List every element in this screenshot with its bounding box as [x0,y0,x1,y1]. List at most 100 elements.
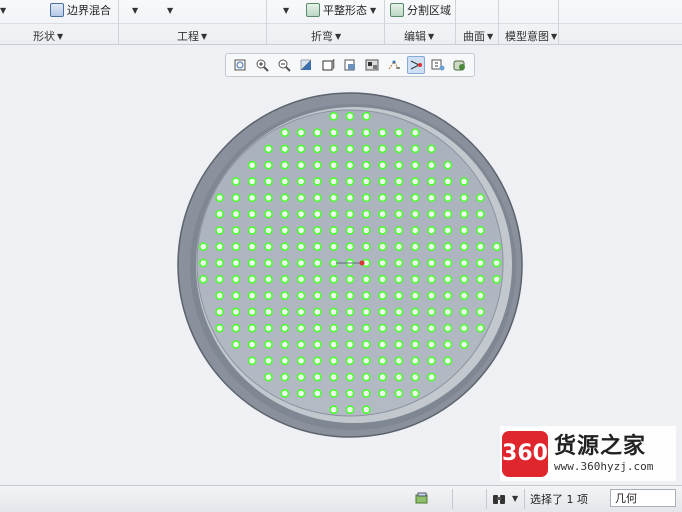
hole-point [215,242,224,252]
hole-point [296,291,306,300]
hole-point [264,144,273,154]
find-icon[interactable] [492,489,508,508]
view-manager-icon[interactable] [363,56,381,74]
hole-point [410,291,420,300]
hole-point [280,323,290,333]
hole-point [231,193,241,203]
hole-point [394,225,404,235]
hole-point [231,323,241,333]
hole-point [361,372,371,382]
dropdown-caret-icon: ▼ [0,5,7,15]
group-bend[interactable]: 折弯 ▼ [311,28,341,44]
hole-point [361,177,371,186]
spin-center-icon[interactable] [429,56,447,74]
group-engineering[interactable]: 工程 ▼ [177,28,207,44]
tool-partial[interactable]: ▼ [0,2,6,18]
annotation-display-icon[interactable] [407,56,425,74]
selection-filter-select[interactable]: 几何 [610,489,676,507]
hole-point [361,340,371,349]
hole-point [394,177,404,186]
dropdown-caret-icon: ▼ [167,5,174,15]
hole-point [345,372,355,382]
hole-point [443,274,453,284]
boundary-blend-button[interactable]: 边界混合 [50,2,111,18]
hole-point [475,291,485,300]
zoom-out-icon[interactable] [275,56,293,74]
hole-point [264,307,273,317]
hole-point [296,160,306,170]
hole-point [410,307,420,317]
hole-point [215,225,224,235]
hole-point [427,258,436,268]
status-divider [486,489,487,509]
hole-point [427,291,436,300]
hole-point [361,144,371,154]
find-dropdown-caret-icon[interactable]: ▼ [512,489,518,508]
repaint-icon[interactable] [297,56,315,74]
hole-point [361,209,371,219]
hole-point [231,209,241,219]
hole-point [312,307,322,317]
engineering-dropdown-2[interactable]: ▼ [167,2,173,18]
group-model-intent[interactable]: 模型意图 ▼ [505,28,557,44]
hole-point [329,307,339,317]
hole-point [427,274,436,284]
hole-point [247,274,257,284]
hole-point [215,291,224,300]
sheetmetal-plate-model[interactable] [170,88,530,443]
hole-point [329,291,339,300]
hole-point [443,340,453,349]
hole-point [329,242,339,252]
dropdown-caret-icon: ▼ [551,31,558,41]
hole-point [264,323,273,333]
status-divider [524,489,525,509]
hole-point [280,144,290,154]
hole-point [280,340,290,349]
group-shape[interactable]: 形状 ▼ [33,28,63,44]
hole-point [198,242,208,252]
hole-point [264,242,273,252]
regen-status-icon[interactable] [415,489,429,508]
hole-point [378,209,387,219]
hole-point [394,144,404,154]
hole-point [459,225,469,235]
flatten-form-button[interactable]: 平整形态 ▼ [306,2,376,18]
split-region-button[interactable]: 分割区域 [390,2,451,18]
refit-icon[interactable] [231,56,249,74]
group-surfaces[interactable]: 曲面 ▼ [463,28,493,44]
hole-point [394,356,404,366]
hole-point [427,225,436,235]
hole-point [345,356,355,366]
datum-display-filter-icon[interactable] [385,56,403,74]
perspective-icon[interactable] [451,56,469,74]
hole-point [361,193,371,203]
hole-point [459,323,469,333]
hole-point [427,323,436,333]
hole-point [443,307,453,317]
hole-point [280,209,290,219]
bend-dropdown[interactable]: ▼ [283,2,289,18]
ribbon-group-labels: 形状 ▼ 工程 ▼ 折弯 ▼ 编辑 ▼ 曲面 ▼ 模型意图 ▼ [0,23,682,44]
hole-point [410,144,420,154]
zoom-in-icon[interactable] [253,56,271,74]
hole-point [378,372,387,382]
hole-point [247,291,257,300]
group-engineering-label: 工程 [177,30,199,43]
hole-point [345,128,355,137]
group-edit[interactable]: 编辑 ▼ [404,28,434,44]
hole-point [394,274,404,284]
hole-point [296,225,306,235]
display-style-icon[interactable] [319,56,337,74]
flatten-form-icon [306,3,320,17]
hole-point [231,177,241,186]
hole-point [394,242,404,252]
hole-point [280,258,290,268]
hole-point [443,291,453,300]
saved-orientations-icon[interactable] [341,56,359,74]
hole-point [378,242,387,252]
hole-point [296,274,306,284]
boundary-blend-icon [50,3,64,17]
engineering-dropdown-1[interactable]: ▼ [132,2,138,18]
hole-point [410,209,420,219]
hole-point [345,177,355,186]
